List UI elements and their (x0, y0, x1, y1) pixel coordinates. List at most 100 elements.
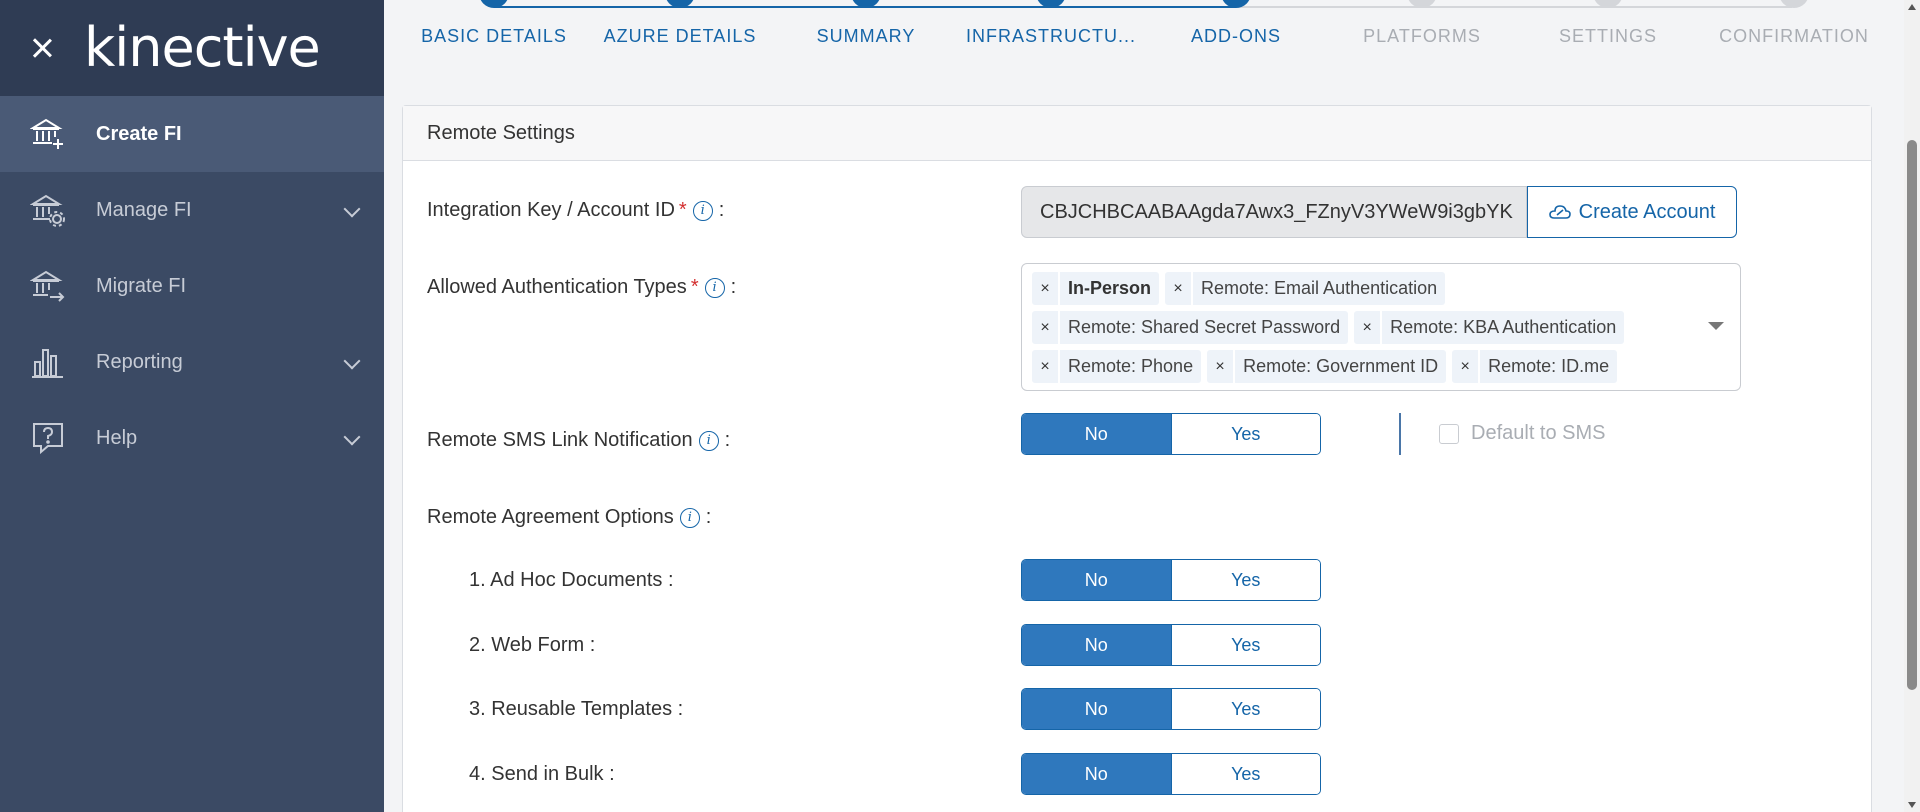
required-asterisk: * (678, 199, 687, 221)
wizard-stepper: 1 BASIC DETAILS 2 AZURE DETAILS 3 SUMMAR… (384, 0, 1904, 80)
no-button[interactable]: No (1022, 625, 1171, 665)
auth-types-label: Allowed Authentication Types * i : (427, 276, 736, 299)
web-form-label: 2. Web Form : (469, 634, 596, 656)
colon: : (730, 276, 737, 298)
step-platforms[interactable]: 6 PLATFORMS (1332, 0, 1512, 47)
label-text: Remote SMS Link Notification (427, 429, 693, 451)
step-label: CONFIRMATION (1719, 26, 1869, 46)
integration-key-group: CBJCHBCAABAAgda7Awx3_FZnyV3YWeW9i3gbYK C… (1021, 186, 1737, 238)
bar-chart-icon (32, 349, 63, 378)
info-icon[interactable]: i (692, 200, 713, 221)
vertical-scrollbar[interactable] (1904, 0, 1920, 812)
create-account-label: Create Account (1578, 200, 1716, 223)
close-icon[interactable] (30, 36, 54, 60)
tag-label: Remote: KBA Authentication (1382, 311, 1625, 344)
step-number: 4 (1036, 0, 1066, 8)
tag-row: × In-Person × Remote: Email Authentication (1032, 272, 1730, 305)
remove-tag-icon[interactable]: × (1207, 350, 1234, 383)
yes-button[interactable]: Yes (1170, 414, 1320, 454)
sidebar-item-label: Migrate FI (96, 274, 187, 297)
yes-button[interactable]: Yes (1170, 689, 1320, 729)
yes-button[interactable]: Yes (1170, 560, 1320, 600)
tag-government-id: × Remote: Government ID (1207, 350, 1447, 383)
tag-row: × Remote: Shared Secret Password × Remote:… (1032, 311, 1730, 344)
cloud-icon (1548, 205, 1571, 219)
step-number: 8 (1779, 0, 1809, 8)
step-azure-details[interactable]: 2 AZURE DETAILS (590, 0, 770, 47)
step-label: PLATFORMS (1363, 26, 1481, 46)
send-in-bulk-toggle: No Yes (1021, 753, 1321, 795)
tag-label: Remote: Government ID (1235, 350, 1447, 383)
tag-kba-auth: × Remote: KBA Authentication (1354, 311, 1625, 344)
scroll-up-icon[interactable] (1908, 4, 1916, 10)
info-icon[interactable]: i (704, 277, 725, 298)
no-button[interactable]: No (1022, 560, 1171, 600)
integration-key-label: Integration Key / Account ID * i : (427, 199, 724, 222)
info-icon[interactable]: i (698, 430, 719, 451)
tag-email-auth: × Remote: Email Authentication (1165, 272, 1446, 305)
main-content: 1 BASIC DETAILS 2 AZURE DETAILS 3 SUMMAR… (384, 0, 1904, 812)
step-number: 1 (479, 0, 509, 8)
step-number: 6 (1407, 0, 1437, 8)
tag-in-person: × In-Person (1032, 272, 1160, 305)
tag-label: Remote: Shared Secret Password (1060, 311, 1349, 344)
sidebar-item-help[interactable]: Help (0, 400, 384, 476)
tag-shared-secret: × Remote: Shared Secret Password (1032, 311, 1349, 344)
sidebar-header: kinective (0, 0, 384, 96)
step-settings[interactable]: 7 SETTINGS (1518, 0, 1698, 47)
default-to-sms-checkbox[interactable] (1439, 423, 1459, 444)
step-confirmation[interactable]: 8 CONFIRMATION (1704, 0, 1884, 47)
tag-id-me: × Remote: ID.me (1452, 350, 1618, 383)
label-text: Allowed Authentication Types (427, 276, 687, 298)
sidebar-item-create-fi[interactable]: Create FI (0, 96, 384, 172)
default-to-sms-checkbox-group[interactable]: Default to SMS (1439, 422, 1606, 445)
step-summary[interactable]: 3 SUMMARY (776, 0, 956, 47)
colon: : (705, 506, 712, 528)
tag-phone: × Remote: Phone (1032, 350, 1202, 383)
sidebar-item-reporting[interactable]: Reporting (0, 324, 384, 400)
sidebar-item-label: Help (96, 426, 138, 449)
step-label: ADD-ONS (1190, 26, 1281, 46)
remove-tag-icon[interactable]: × (1452, 350, 1479, 383)
step-infrastructure[interactable]: 4 INFRASTRUCTU... (961, 0, 1141, 47)
yes-button[interactable]: Yes (1170, 754, 1320, 794)
remove-tag-icon[interactable]: × (1165, 272, 1192, 305)
card-title: Remote Settings (403, 106, 1871, 161)
sidebar-item-migrate-fi[interactable]: Migrate FI (0, 248, 384, 324)
step-number: 7 (1593, 0, 1623, 8)
integration-key-input[interactable]: CBJCHBCAABAAgda7Awx3_FZnyV3YWeW9i3gbYK (1021, 186, 1527, 238)
web-form-toggle: No Yes (1021, 624, 1321, 666)
step-label: BASIC DETAILS (421, 26, 567, 46)
remove-tag-icon[interactable]: × (1032, 272, 1058, 305)
no-button[interactable]: No (1022, 689, 1171, 729)
scroll-down-icon[interactable] (1908, 802, 1916, 808)
sms-notification-label: Remote SMS Link Notification i : (427, 429, 730, 452)
info-icon[interactable]: i (679, 507, 700, 528)
help-chat-icon (33, 423, 63, 455)
chevron-down-icon (343, 428, 361, 446)
step-add-ons[interactable]: 5 ADD-ONS (1146, 0, 1326, 47)
sidebar-item-manage-fi[interactable]: Manage FI (0, 172, 384, 248)
scrollbar-thumb[interactable] (1907, 140, 1917, 690)
send-in-bulk-label: 4. Send in Bulk : (469, 763, 615, 785)
colon: : (724, 429, 731, 451)
chevron-down-icon (343, 352, 361, 370)
step-label: SUMMARY (816, 26, 916, 46)
auth-types-multiselect[interactable]: × In-Person × Remote: Email Authentication… (1021, 263, 1741, 391)
no-button[interactable]: No (1022, 754, 1171, 794)
required-asterisk: * (690, 276, 699, 298)
colon: : (718, 199, 725, 221)
remove-tag-icon[interactable]: × (1032, 350, 1058, 383)
chevron-down-icon (343, 200, 361, 218)
remove-tag-icon[interactable]: × (1032, 311, 1058, 344)
bank-arrow-icon (30, 270, 65, 302)
reusable-templates-toggle: No Yes (1021, 688, 1321, 730)
yes-button[interactable]: Yes (1170, 625, 1320, 665)
default-to-sms-label: Default to SMS (1471, 422, 1606, 444)
no-button[interactable]: No (1022, 414, 1171, 454)
bank-add-icon (30, 118, 63, 149)
dropdown-caret-icon[interactable] (1708, 322, 1724, 330)
create-account-button[interactable]: Create Account (1527, 186, 1737, 238)
step-basic-details[interactable]: 1 BASIC DETAILS (404, 0, 584, 47)
remove-tag-icon[interactable]: × (1354, 311, 1381, 344)
